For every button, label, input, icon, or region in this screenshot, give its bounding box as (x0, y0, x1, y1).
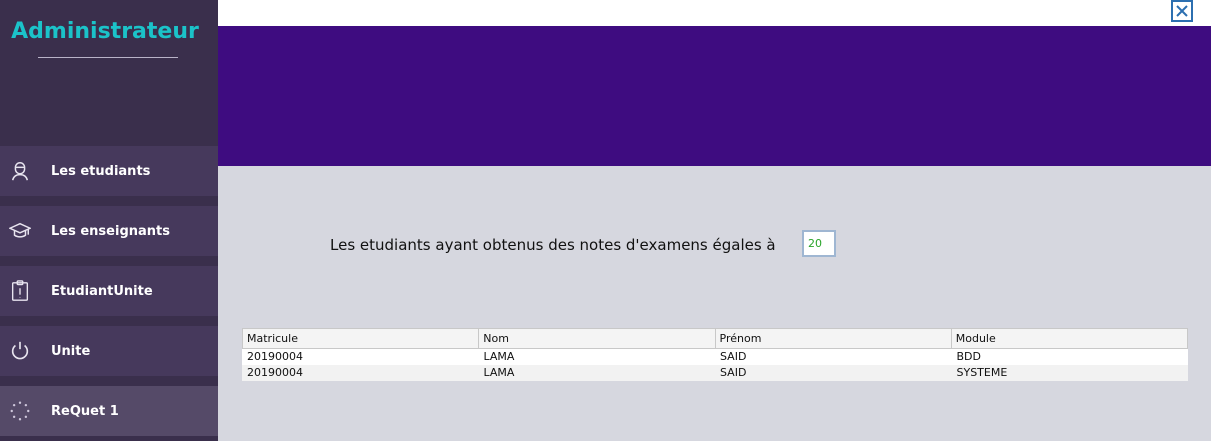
cell-matricule: 20190004 (247, 350, 303, 363)
sidebar: Administrateur Les etudiants Les enseign… (0, 0, 218, 441)
note-input[interactable] (802, 230, 836, 257)
column-header-prenom[interactable]: Prénom (716, 329, 952, 348)
table-row[interactable]: 20190004 LAMA SAID SYSTEME (242, 365, 1188, 381)
sidebar-title-divider (38, 57, 178, 58)
sidebar-item-label: EtudiantUnite (51, 283, 153, 299)
header-banner (218, 26, 1211, 166)
cell-prenom: SAID (720, 366, 747, 379)
close-button[interactable] (1171, 0, 1193, 22)
student-icon (9, 160, 31, 182)
sidebar-item-label: ReQuet 1 (51, 403, 119, 419)
cell-nom: LAMA (483, 366, 515, 379)
table-header: Matricule Nom Prénom Module (242, 328, 1188, 349)
results-table: Matricule Nom Prénom Module 20190004 LAM… (242, 328, 1188, 381)
query-label: Les etudiants ayant obtenus des notes d'… (330, 236, 776, 254)
column-header-module[interactable]: Module (952, 329, 1187, 348)
graduation-cap-icon (9, 220, 31, 242)
cell-prenom: SAID (720, 350, 747, 363)
loading-dots-icon (9, 400, 31, 422)
cell-nom: LAMA (483, 350, 515, 363)
sidebar-item-etudiantunite[interactable]: EtudiantUnite (0, 266, 218, 316)
sidebar-title: Administrateur (11, 19, 199, 44)
cell-module: BDD (956, 350, 982, 363)
power-icon (9, 340, 31, 362)
top-bar (218, 0, 1211, 26)
column-header-matricule[interactable]: Matricule (243, 329, 480, 348)
cell-matricule: 20190004 (247, 366, 303, 379)
cell-module: SYSTEME (956, 366, 1008, 379)
sidebar-item-unite[interactable]: Unite (0, 326, 218, 376)
sidebar-item-label: Unite (51, 343, 91, 359)
sidebar-item-requet-1[interactable]: ReQuet 1 (0, 386, 218, 436)
table-row[interactable]: 20190004 LAMA SAID BDD (242, 349, 1188, 365)
sidebar-item-label: Les enseignants (51, 223, 170, 239)
clipboard-alert-icon (9, 280, 31, 302)
close-icon (1176, 5, 1188, 17)
sidebar-item-label: Les etudiants (51, 163, 151, 179)
column-header-nom[interactable]: Nom (479, 329, 716, 348)
sidebar-item-les-etudiants[interactable]: Les etudiants (0, 146, 218, 196)
sidebar-item-les-enseignants[interactable]: Les enseignants (0, 206, 218, 256)
